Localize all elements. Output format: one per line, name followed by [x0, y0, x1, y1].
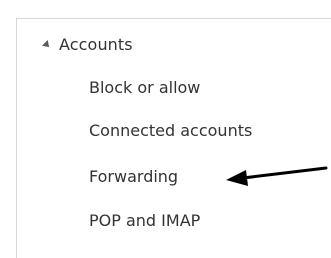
section-label: Accounts — [59, 34, 133, 54]
triangle-expanded-icon — [42, 39, 52, 50]
section-accounts[interactable]: Accounts — [42, 31, 133, 57]
nav-item-connected-accounts[interactable]: Connected accounts — [89, 117, 252, 143]
nav-item-forwarding[interactable]: Forwarding — [89, 163, 178, 189]
nav-item-block-or-allow[interactable]: Block or allow — [89, 74, 200, 100]
nav-item-pop-and-imap[interactable]: POP and IMAP — [89, 207, 200, 233]
settings-nav: Accounts Block or allow Connected accoun… — [0, 0, 331, 242]
